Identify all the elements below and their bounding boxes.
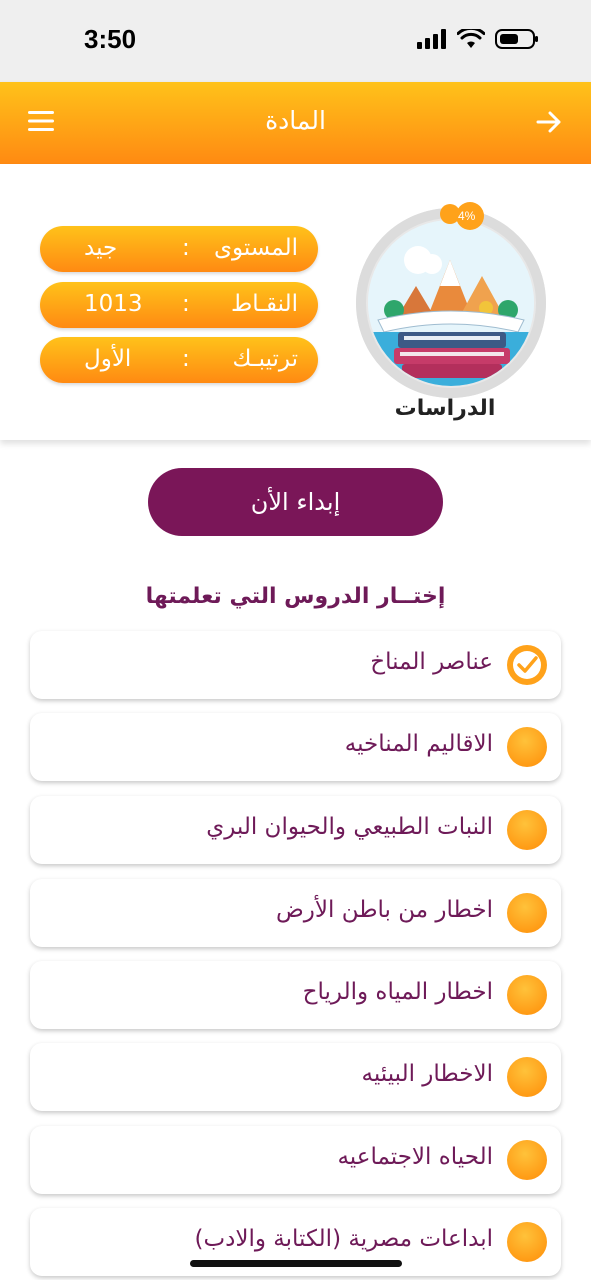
lesson-status-dot [507,1140,547,1180]
arrow-right-icon[interactable] [535,108,563,136]
subject-name: الدراسات [394,396,496,421]
books-illustration [368,220,534,386]
progress-percent: 4% [458,209,476,223]
lesson-item[interactable]: الاقاليم المناخيه [30,713,561,781]
page-title: المادة [265,106,326,135]
battery-icon [495,29,538,49]
subject-badge [356,208,546,398]
lesson-item[interactable]: اخطار من باطن الأرض [30,879,561,947]
lesson-label: الحياه الاجتماعيه [337,1144,493,1170]
lesson-status-dot [507,1057,547,1097]
lesson-label: الاقاليم المناخيه [344,731,493,757]
lesson-item[interactable]: الاخطار البيئيه [30,1043,561,1111]
lesson-label: اخطار من باطن الأرض [276,897,493,923]
stat-rank-label: ترتيبـك [232,346,299,372]
lesson-status-dot [507,810,547,850]
lesson-item[interactable]: الحياه الاجتماعيه [30,1126,561,1194]
lesson-label: النبات الطبيعي والحيوان البري [206,814,493,840]
stat-points-label: النقـاط [231,291,298,317]
stat-level-value: جيد [84,235,118,261]
status-bar: 3:50 [0,0,591,82]
wifi-icon [457,29,485,48]
lesson-item[interactable]: النبات الطبيعي والحيوان البري [30,796,561,864]
app-header: المادة [0,82,591,164]
stat-points-value: 1013 [84,291,143,317]
lesson-label: ابداعات مصرية (الكتابة والادب) [194,1226,494,1252]
stat-rank-value: الأول [84,346,132,372]
lesson-status-dot [507,1222,547,1262]
lesson-label: اخطار المياه والرياح [302,979,493,1005]
lesson-label: الاخطار البيئيه [361,1061,493,1087]
lesson-item[interactable]: عناصر المناخ [30,631,561,699]
start-button[interactable]: إبداء الأن [148,468,443,536]
check-circle-icon [507,645,547,685]
lesson-item[interactable]: اخطار المياه والرياح [30,961,561,1029]
stat-level-label: المستوى [213,235,298,261]
lesson-status-dot [507,893,547,933]
lessons-section-title: إختــار الدروس التي تعلمتها [145,584,446,609]
status-time: 3:50 [84,24,137,54]
lesson-status-dot [507,975,547,1015]
home-indicator[interactable] [190,1260,402,1267]
stat-level: المستوى : جيد [40,226,318,272]
subject-illustration [368,220,534,386]
status-icons [417,28,539,50]
lesson-status-dot [507,727,547,767]
stat-points: النقـاط : 1013 [40,282,318,328]
lesson-label: عناصر المناخ [370,649,493,675]
stat-rank: ترتيبـك : الأول [40,337,318,383]
signal-icon [417,29,446,49]
